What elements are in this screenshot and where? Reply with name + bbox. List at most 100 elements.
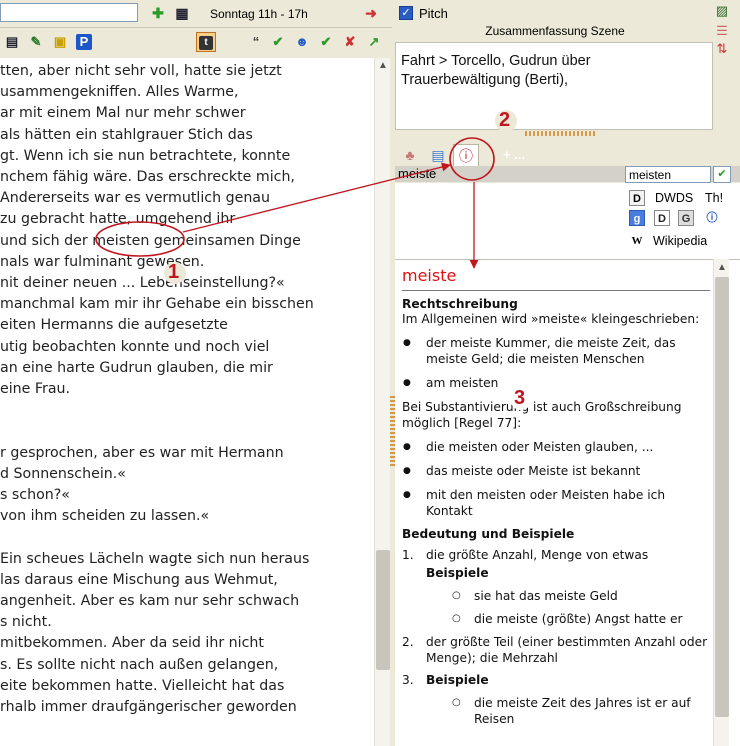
- g-icon[interactable]: G: [678, 210, 694, 226]
- people-icon[interactable]: ☻: [294, 34, 310, 50]
- check-red-icon[interactable]: ✘: [342, 34, 358, 50]
- editor-line: eiten Hermanns die aufgesetzte: [0, 317, 228, 334]
- meaning-3-beispiele: Beispiele: [426, 673, 489, 687]
- summary-textarea[interactable]: Fahrt > Torcello, Gudrun über Trauerbewä…: [395, 42, 713, 130]
- orthography-intro: Im Allgemeinen wird »meiste« kleingeschr…: [402, 312, 700, 326]
- text-format-icon[interactable]: ▤: [4, 34, 20, 50]
- source-wikipedia[interactable]: Wikipedia: [653, 234, 707, 248]
- thesaurus-button[interactable]: t: [196, 32, 216, 52]
- summary-title: Zusammenfassung Szene: [485, 24, 625, 38]
- tab-characters[interactable]: ♣: [397, 144, 423, 166]
- scroll-thumb[interactable]: [376, 550, 390, 670]
- editor-topbar: ✚ ▦ Sonntag 11h - 17h ➜: [0, 0, 392, 28]
- orthography-bullet: der meiste Kummer, die meiste Zeit, das …: [402, 335, 710, 367]
- editor-line: tten, aber nicht sehr voll, hatte sie je…: [0, 63, 282, 79]
- editor-line: mitbekommen. Aber da seid ihr nicht: [0, 635, 264, 652]
- scroll-up-icon[interactable]: ▲: [378, 60, 388, 71]
- substantivization-bullet: das meiste oder Meiste ist bekannt: [402, 463, 710, 479]
- image-icon[interactable]: ▨: [713, 2, 731, 20]
- example-item: die meiste Zeit des Jahres ist er auf Re…: [402, 695, 710, 727]
- result-scroll-up-icon[interactable]: ▲: [717, 262, 727, 273]
- editor-line: eine Frau.: [0, 381, 71, 397]
- editor-line: s nicht.: [0, 614, 52, 631]
- section-orthography: Rechtschreibung: [402, 297, 518, 311]
- editor-line: als hätten ein stahlgrauer Stich das: [0, 126, 253, 143]
- substantivization-bullet: die meisten oder Meisten glauben, ...: [402, 439, 710, 455]
- editor-line: r gesprochen, aber es war mit Hermann: [0, 444, 284, 461]
- source-th[interactable]: Th!: [705, 191, 723, 205]
- editor-line: angenheit. Aber es kam nur sehr schwach: [0, 593, 300, 609]
- meaning-2-number: 2.: [402, 635, 414, 649]
- editor-line: las daraus eine Mischung aus Wehmut,: [0, 571, 278, 588]
- meaning-2-text: der größte Teil (einer bestimmten Anzahl…: [426, 635, 708, 665]
- meaning-1-beispiele: Beispiele: [426, 566, 489, 580]
- editor-line: rhalb immer draufgängerischer geworden: [0, 699, 297, 715]
- dictionary-result: meiste Rechtschreibung Im Allgemeinen wi…: [395, 259, 740, 746]
- meaning-1-text: die größte Anzahl, Menge von etwas: [426, 548, 649, 562]
- right-panel: ✓ Pitch Zusammenfassung Szene Fahrt > To…: [395, 0, 740, 746]
- bullets-a: der meiste Kummer, die meiste Zeit, das …: [402, 335, 710, 391]
- editor-line: usammengekniffen. Alles Warme,: [0, 84, 239, 101]
- editor-line: Ein scheues Lächeln wagte sich nun herau…: [0, 550, 310, 567]
- info-icon: ⓘ: [459, 148, 473, 164]
- arrows-icon[interactable]: ⇅: [713, 40, 731, 58]
- search-input[interactable]: [625, 166, 711, 183]
- lookup-sources: D DWDS Th! g D G ⓘ W Wikipedia: [395, 183, 740, 259]
- editor-pane: ✚ ▦ Sonntag 11h - 17h ➜ ▤ ✎ ▣ P t “ ✔ ☻ …: [0, 0, 392, 746]
- info-source-icon[interactable]: ⓘ: [704, 210, 720, 226]
- pitch-header: ✓ Pitch: [395, 2, 740, 24]
- editor-scrollbar[interactable]: ▲: [374, 58, 390, 746]
- meaning-1-number: 1.: [402, 548, 414, 562]
- calendar-icon[interactable]: ▦: [175, 6, 189, 20]
- note-icon[interactable]: ▣: [52, 34, 68, 50]
- expand-arrow-icon[interactable]: ↗: [366, 34, 382, 50]
- next-arrow-icon[interactable]: ➜: [364, 6, 378, 20]
- quote-icon[interactable]: “: [248, 34, 264, 50]
- add-icon[interactable]: ✚: [151, 6, 165, 20]
- orthography-bullet: am meisten: [402, 375, 710, 391]
- text-editor[interactable]: tten, aber nicht sehr voll, hatte sie je…: [0, 58, 374, 746]
- tab-notes[interactable]: ▤: [425, 144, 451, 166]
- editor-line: manchmal kam mir ihr Gehabe ein bisschen: [0, 296, 314, 313]
- search-go-button[interactable]: ✔: [713, 166, 731, 183]
- example-item: die meiste (größte) Angst hatte er: [402, 611, 710, 627]
- tab-info[interactable]: ⓘ: [453, 144, 479, 166]
- result-scrollbar[interactable]: ▲: [713, 259, 729, 746]
- check-person-icon[interactable]: ✔: [270, 34, 286, 50]
- horizontal-splitter[interactable]: [525, 131, 595, 136]
- substantivization-note: Bei Substantivierung ist auch Großschrei…: [402, 400, 682, 430]
- dictionary-icon[interactable]: D: [654, 210, 670, 226]
- editor-line: Andererseits war es vermutlich genau: [0, 190, 270, 207]
- time-label: Sonntag 11h - 17h: [210, 7, 308, 21]
- pitch-checkbox[interactable]: ✓: [399, 6, 413, 20]
- editor-line: an eine harte Gudrun glauben, die mir: [0, 359, 273, 376]
- badge-2: 2: [499, 109, 511, 131]
- duden-icon[interactable]: D: [629, 190, 645, 206]
- editor-line: von ihm scheiden zu lassen.«: [0, 508, 210, 525]
- result-body: meiste Rechtschreibung Im Allgemeinen wi…: [402, 266, 710, 734]
- result-headword: meiste: [402, 266, 457, 285]
- check-icon: ✔: [717, 168, 727, 180]
- list-icon[interactable]: ☰: [713, 22, 731, 40]
- editor-line: s. Es sollte nicht nach außen gelangen,: [0, 656, 279, 673]
- meaning-1: 1. die größte Anzahl, Menge von etwas Be…: [402, 547, 710, 581]
- editor-line: eite bekommen hatte. Vielleicht hat das: [0, 677, 285, 694]
- wikipedia-icon[interactable]: W: [629, 233, 645, 249]
- result-divider: [402, 290, 710, 291]
- check-list-icon[interactable]: ✔: [318, 34, 334, 50]
- add-tab-button[interactable]: + ...: [503, 147, 525, 162]
- scene-title-field[interactable]: [0, 3, 138, 22]
- google-icon[interactable]: g: [629, 210, 645, 226]
- editor-line: und sich der meisten gemeinsamen Dinge: [0, 232, 301, 249]
- p-icon[interactable]: P: [76, 34, 92, 50]
- t-icon: t: [199, 36, 213, 50]
- source-dwds[interactable]: DWDS: [655, 191, 693, 205]
- meaning-1-examples: sie hat das meiste Geld die meiste (größt…: [402, 588, 710, 627]
- meaning-3: 3. Beispiele: [402, 672, 710, 688]
- meaning-2: 2. der größte Teil (einer bestimmten Anz…: [402, 634, 710, 666]
- result-scroll-thumb[interactable]: [715, 277, 729, 717]
- badge-1: 1: [168, 261, 180, 283]
- characters-icon: ♣: [405, 147, 415, 163]
- editor-line: s schon?«: [0, 487, 70, 503]
- pin-icon[interactable]: ✎: [28, 34, 44, 50]
